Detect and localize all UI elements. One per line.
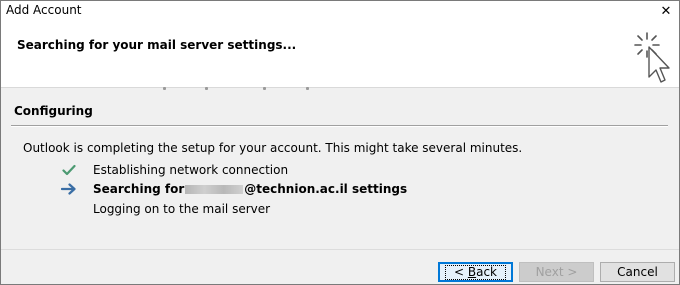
section-divider <box>11 125 668 127</box>
back-button-label: < Back <box>444 264 506 280</box>
progress-indicator <box>1 87 679 91</box>
step-label-suffix: @technion.ac.il settings <box>244 182 408 196</box>
back-button[interactable]: < Back <box>438 262 513 282</box>
footer-divider <box>1 249 679 250</box>
next-button[interactable]: Next > <box>519 262 594 282</box>
step-search: Searching for @technion.ac.il settings <box>59 181 407 197</box>
step-logon: Logging on to the mail server <box>59 201 270 217</box>
section-title: Configuring <box>14 104 93 118</box>
busy-cursor-icon <box>634 32 670 83</box>
step-network: Establishing network connection <box>59 162 288 178</box>
wizard-header: Searching for your mail server settings.… <box>1 21 679 87</box>
window-title: Add Account <box>6 3 82 17</box>
step-label: Logging on to the mail server <box>93 202 271 216</box>
checkmark-icon <box>59 162 79 178</box>
close-icon: ✕ <box>660 3 672 19</box>
step-placeholder <box>59 201 79 217</box>
step-label: Searching for @technion.ac.il settings <box>93 182 407 196</box>
redacted-email <box>185 185 244 194</box>
add-account-dialog: Add Account ✕ Searching for your mail se… <box>0 0 680 285</box>
cancel-button[interactable]: Cancel <box>600 262 675 282</box>
header-title: Searching for your mail server settings.… <box>17 38 297 52</box>
close-button[interactable]: ✕ <box>653 1 679 21</box>
intro-text: Outlook is completing the setup for your… <box>23 141 523 155</box>
arrow-right-icon <box>59 181 79 197</box>
step-label-prefix: Searching for <box>93 182 185 196</box>
title-bar: Add Account ✕ <box>1 1 679 21</box>
step-label: Establishing network connection <box>93 163 289 177</box>
